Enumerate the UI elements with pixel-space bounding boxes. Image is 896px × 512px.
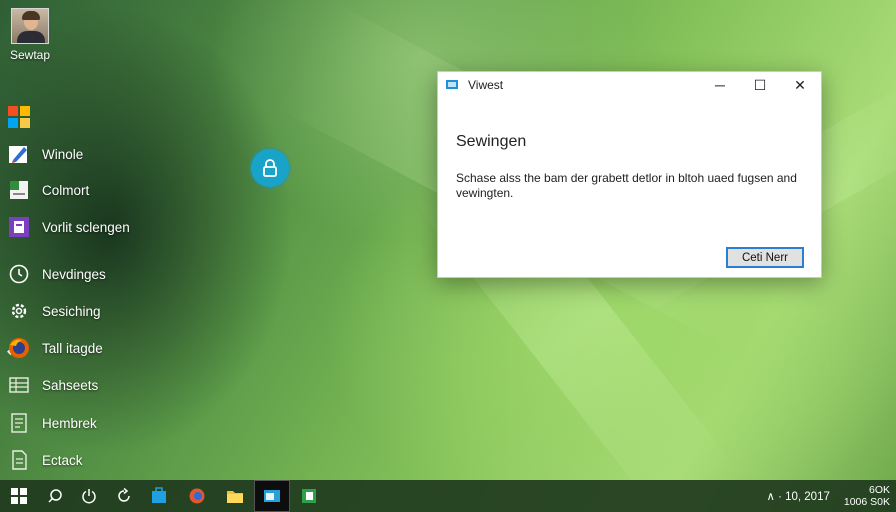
dialog-window: Viwest ─ ☐ ✕ Sewingen Schase alss the ba… — [437, 71, 822, 278]
dialog-heading: Sewingen — [456, 133, 527, 150]
purple-app-icon — [6, 214, 32, 240]
folder-icon — [227, 491, 243, 503]
settings-icon — [6, 298, 32, 324]
doc-icon — [6, 447, 32, 473]
dialog-titlebar[interactable]: Viwest ─ ☐ ✕ — [438, 72, 821, 98]
office-apps-icon — [6, 104, 32, 130]
menu-item-ectack[interactable]: Ectack — [6, 445, 83, 475]
task-view-button[interactable] — [105, 480, 143, 512]
taskbar-browser[interactable] — [178, 480, 216, 512]
power-icon — [82, 489, 96, 504]
start-button[interactable] — [0, 480, 38, 512]
clock-icon — [6, 261, 32, 287]
window-app-icon — [264, 490, 280, 502]
dialog-confirm-button[interactable]: Ceti Nerr — [726, 247, 804, 268]
taskbar: ∧ · 10, 2017 6OK 1006 S0K — [0, 480, 896, 512]
user-label: Sewtap — [9, 48, 51, 62]
menu-item-hembrek[interactable]: Hembrek — [6, 408, 97, 438]
menu-item-sesiching[interactable]: Sesiching — [6, 296, 101, 326]
menu-item-winole[interactable]: Winole — [6, 139, 83, 169]
taskbar-file-explorer[interactable] — [216, 480, 254, 512]
store-icon — [152, 487, 166, 503]
windows-logo-icon — [11, 488, 27, 504]
menu-item-colmort[interactable]: Colmort — [6, 175, 89, 205]
browser-icon — [189, 488, 205, 504]
app-icon — [446, 78, 458, 89]
lock-icon[interactable] — [251, 149, 289, 187]
desktop-user-tile[interactable]: Sewtap — [6, 8, 54, 62]
document-app-icon — [6, 177, 32, 203]
maximize-button[interactable]: ☐ — [740, 72, 780, 98]
taskbar-active-app[interactable] — [254, 480, 290, 512]
spreadsheet-icon — [302, 489, 316, 503]
pen-app-icon — [6, 141, 32, 167]
search-button[interactable] — [36, 480, 74, 512]
notebook-icon — [6, 410, 32, 436]
dialog-message: Schase alss the bam der grabett detlor i… — [456, 171, 797, 200]
menu-item-office[interactable] — [6, 102, 42, 132]
menu-item-vorlit[interactable]: Vorlit sclengen — [6, 212, 130, 242]
firefox-icon — [6, 335, 32, 361]
menu-item-sahseets[interactable]: Sahseets — [6, 370, 98, 400]
taskbar-store[interactable] — [140, 480, 178, 512]
close-button[interactable]: ✕ — [780, 72, 820, 98]
refresh-icon — [118, 488, 130, 502]
tray-text[interactable]: ∧ · 10, 2017 — [766, 489, 829, 503]
menu-item-tall-itagde[interactable]: Tall itagde — [6, 333, 103, 363]
clock[interactable]: 6OK 1006 S0K — [844, 484, 890, 508]
minimize-button[interactable]: ─ — [700, 72, 740, 98]
user-avatar — [11, 8, 49, 44]
sheets-icon — [6, 372, 32, 398]
system-tray: ∧ · 10, 2017 6OK 1006 S0K — [766, 480, 890, 512]
power-button[interactable] — [70, 480, 108, 512]
dialog-title: Viwest — [468, 78, 504, 92]
taskbar-sheets[interactable] — [290, 480, 328, 512]
menu-item-nevdinges[interactable]: Nevdinges — [6, 259, 106, 289]
search-icon — [48, 489, 62, 503]
